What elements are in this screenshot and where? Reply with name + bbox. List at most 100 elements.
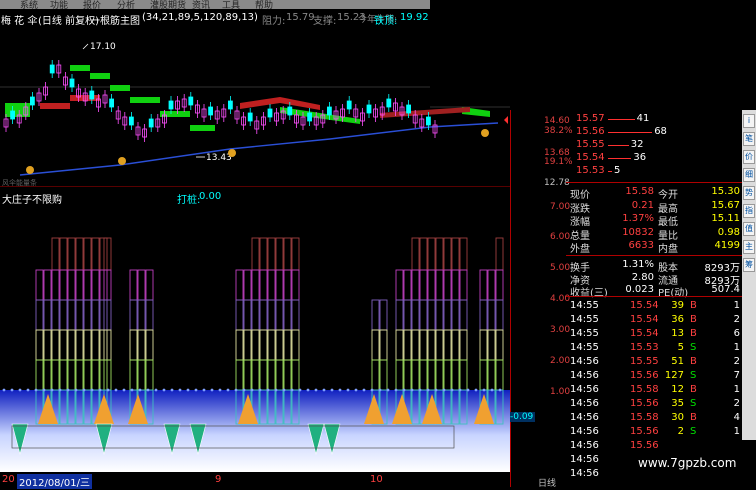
tick-row: 14:55 15.54 13 B 6 <box>566 328 742 340</box>
quote-value: 15.30 <box>711 186 740 197</box>
right-axis: 14.60 38.2% 13.68 19.1% 12.78 7.00 6.00 … <box>508 110 573 490</box>
tick-count: 1 <box>733 300 740 311</box>
order-volume: 5 <box>614 165 621 176</box>
tick-price: 15.56 <box>630 440 659 451</box>
tick-row: 14:56 15.56 <box>566 440 742 452</box>
tick-row: 14:55 15.54 36 B 2 <box>566 314 742 326</box>
menu-item-tools[interactable]: 工具 <box>222 0 240 9</box>
menu-item-help[interactable]: 帮助 <box>255 0 273 9</box>
tick-side: B <box>690 412 697 423</box>
sidebar-button[interactable]: 细 <box>743 168 755 182</box>
fund-value: 507.4 <box>711 284 740 295</box>
quote-value: 15.11 <box>711 213 740 224</box>
tick-count: 6 <box>733 328 740 339</box>
tick-count: 1 <box>733 384 740 395</box>
menu-item-futures[interactable]: 灌股期货 <box>150 0 186 9</box>
order-book-row[interactable]: 15.57 41 <box>566 113 742 125</box>
tick-volume: 36 <box>671 314 684 325</box>
sidebar-button[interactable]: 主 <box>743 240 755 254</box>
resist-label: 阻力: <box>262 16 286 27</box>
tick-price: 15.54 <box>630 328 659 339</box>
tick-side: B <box>690 314 697 325</box>
tick-volume: 35 <box>671 398 684 409</box>
quote-value: 15.67 <box>711 199 740 211</box>
quote-row: 外盘 6633 内盘 4199 <box>566 240 742 255</box>
tick-time: 14:56 <box>570 468 599 479</box>
quote-row: 涨跌 0.21 最高 15.67 <box>566 199 742 215</box>
tick-side: B <box>690 300 697 311</box>
tick-time: 14:55 <box>570 342 599 353</box>
sidebar-button[interactable]: i <box>743 114 755 128</box>
sidebar-button[interactable]: 势 <box>743 186 755 200</box>
tick-volume: 2 <box>677 426 684 437</box>
tick-time: 14:56 <box>570 440 599 451</box>
quote-label: 外盘 <box>570 244 590 255</box>
quote-value: 0.98 <box>717 226 740 238</box>
sidebar-button[interactable]: 笔 <box>743 132 755 146</box>
tick-price: 15.58 <box>630 384 659 395</box>
tick-row: 14:56 15.56 2 S 1 <box>566 426 742 438</box>
quote-value: 4199 <box>714 240 740 251</box>
sidebar-button[interactable]: 值 <box>743 222 755 236</box>
tick-time: 14:56 <box>570 356 599 367</box>
tick-time: 14:56 <box>570 384 599 395</box>
tick-volume: 51 <box>671 356 684 367</box>
tick-count: 7 <box>733 370 740 381</box>
fundamental-row: 收益(三) 0.023 PE(动) 507.4 <box>566 284 742 299</box>
order-price: 15.57 <box>576 113 605 124</box>
stock-name: 梅 花 伞 <box>1 16 38 27</box>
function-sidebar: i笔价细势指值主筹 <box>742 110 756 440</box>
menu-item-analysis[interactable]: 分析 <box>117 0 135 9</box>
tick-volume: 5 <box>677 342 684 353</box>
tick-time: 14:55 <box>570 300 599 311</box>
quote-panel: 15.57 41 15.56 68 15.55 32 15.54 36 15.53 5 … <box>566 110 742 487</box>
tick-price: 15.53 <box>630 342 659 353</box>
tick-time: 14:56 <box>570 370 599 381</box>
order-volume: 41 <box>636 113 650 124</box>
main-indicator-name[interactable]: 一根筋主图 <box>90 12 140 27</box>
watermark: www.7gpzb.com <box>638 456 737 470</box>
indicator-chart[interactable] <box>0 204 510 472</box>
sidebar-button[interactable]: 指 <box>743 204 755 218</box>
order-book-row[interactable]: 15.56 68 <box>566 126 742 138</box>
tick-side: S <box>690 342 697 353</box>
main-price-chart[interactable]: 17.10 13.43 风伞能量条 <box>0 27 510 187</box>
order-volume: 32 <box>630 139 644 150</box>
tick-volume: 30 <box>671 412 684 423</box>
order-volume: 68 <box>654 126 667 137</box>
high-marker: 17.10 <box>82 42 116 52</box>
order-book-row[interactable]: 15.54 36 <box>566 152 742 164</box>
low-label: 13.43 <box>206 153 232 163</box>
quote-row: 总量 10832 量比 0.98 <box>566 226 742 242</box>
high-label: 17.10 <box>90 42 116 52</box>
red-step-band <box>40 95 470 118</box>
date-month-9: 9 <box>215 474 222 485</box>
tick-time: 14:56 <box>570 454 599 465</box>
tick-price: 15.54 <box>630 300 659 311</box>
tick-row: 14:55 15.53 5 S 1 <box>566 342 742 354</box>
period-label[interactable]: 日线 <box>538 476 556 489</box>
date-month-10: 10 <box>370 474 383 485</box>
menu-item-function[interactable]: 功能 <box>50 0 68 9</box>
fundamental-row: 净资 2.80 流通 8293万 <box>566 272 742 287</box>
order-book-row[interactable]: 15.53 5 <box>566 165 742 177</box>
order-volume-bar <box>608 132 653 133</box>
quote-row: 涨幅 1.37% 最低 15.11 <box>566 213 742 228</box>
order-book-row[interactable]: 15.55 32 <box>566 139 742 151</box>
tick-count: 2 <box>733 356 740 367</box>
menu-item-quote[interactable]: 报价 <box>83 0 101 9</box>
sidebar-button[interactable]: 价 <box>743 150 755 164</box>
fundamental-row: 换手 1.31% 股本 8293万 <box>566 259 742 274</box>
trend-num: 19.92 <box>400 12 429 23</box>
tick-row: 14:56 15.58 30 B 4 <box>566 412 742 424</box>
tick-time: 14:55 <box>570 328 599 339</box>
fund-value: 0.023 <box>625 284 654 295</box>
menu-item-system[interactable]: 系统 <box>20 0 38 9</box>
trend-value: 铁顶: <box>374 16 398 27</box>
menu-bar: 系统 功能 报价 分析 灌股期货 资讯 工具 帮助 <box>0 0 430 9</box>
order-price: 15.53 <box>576 165 605 176</box>
sidebar-button[interactable]: 筹 <box>743 258 755 272</box>
resist-value: 15.79 <box>286 12 315 23</box>
tick-time: 14:56 <box>570 426 599 437</box>
menu-item-news[interactable]: 资讯 <box>192 0 210 9</box>
